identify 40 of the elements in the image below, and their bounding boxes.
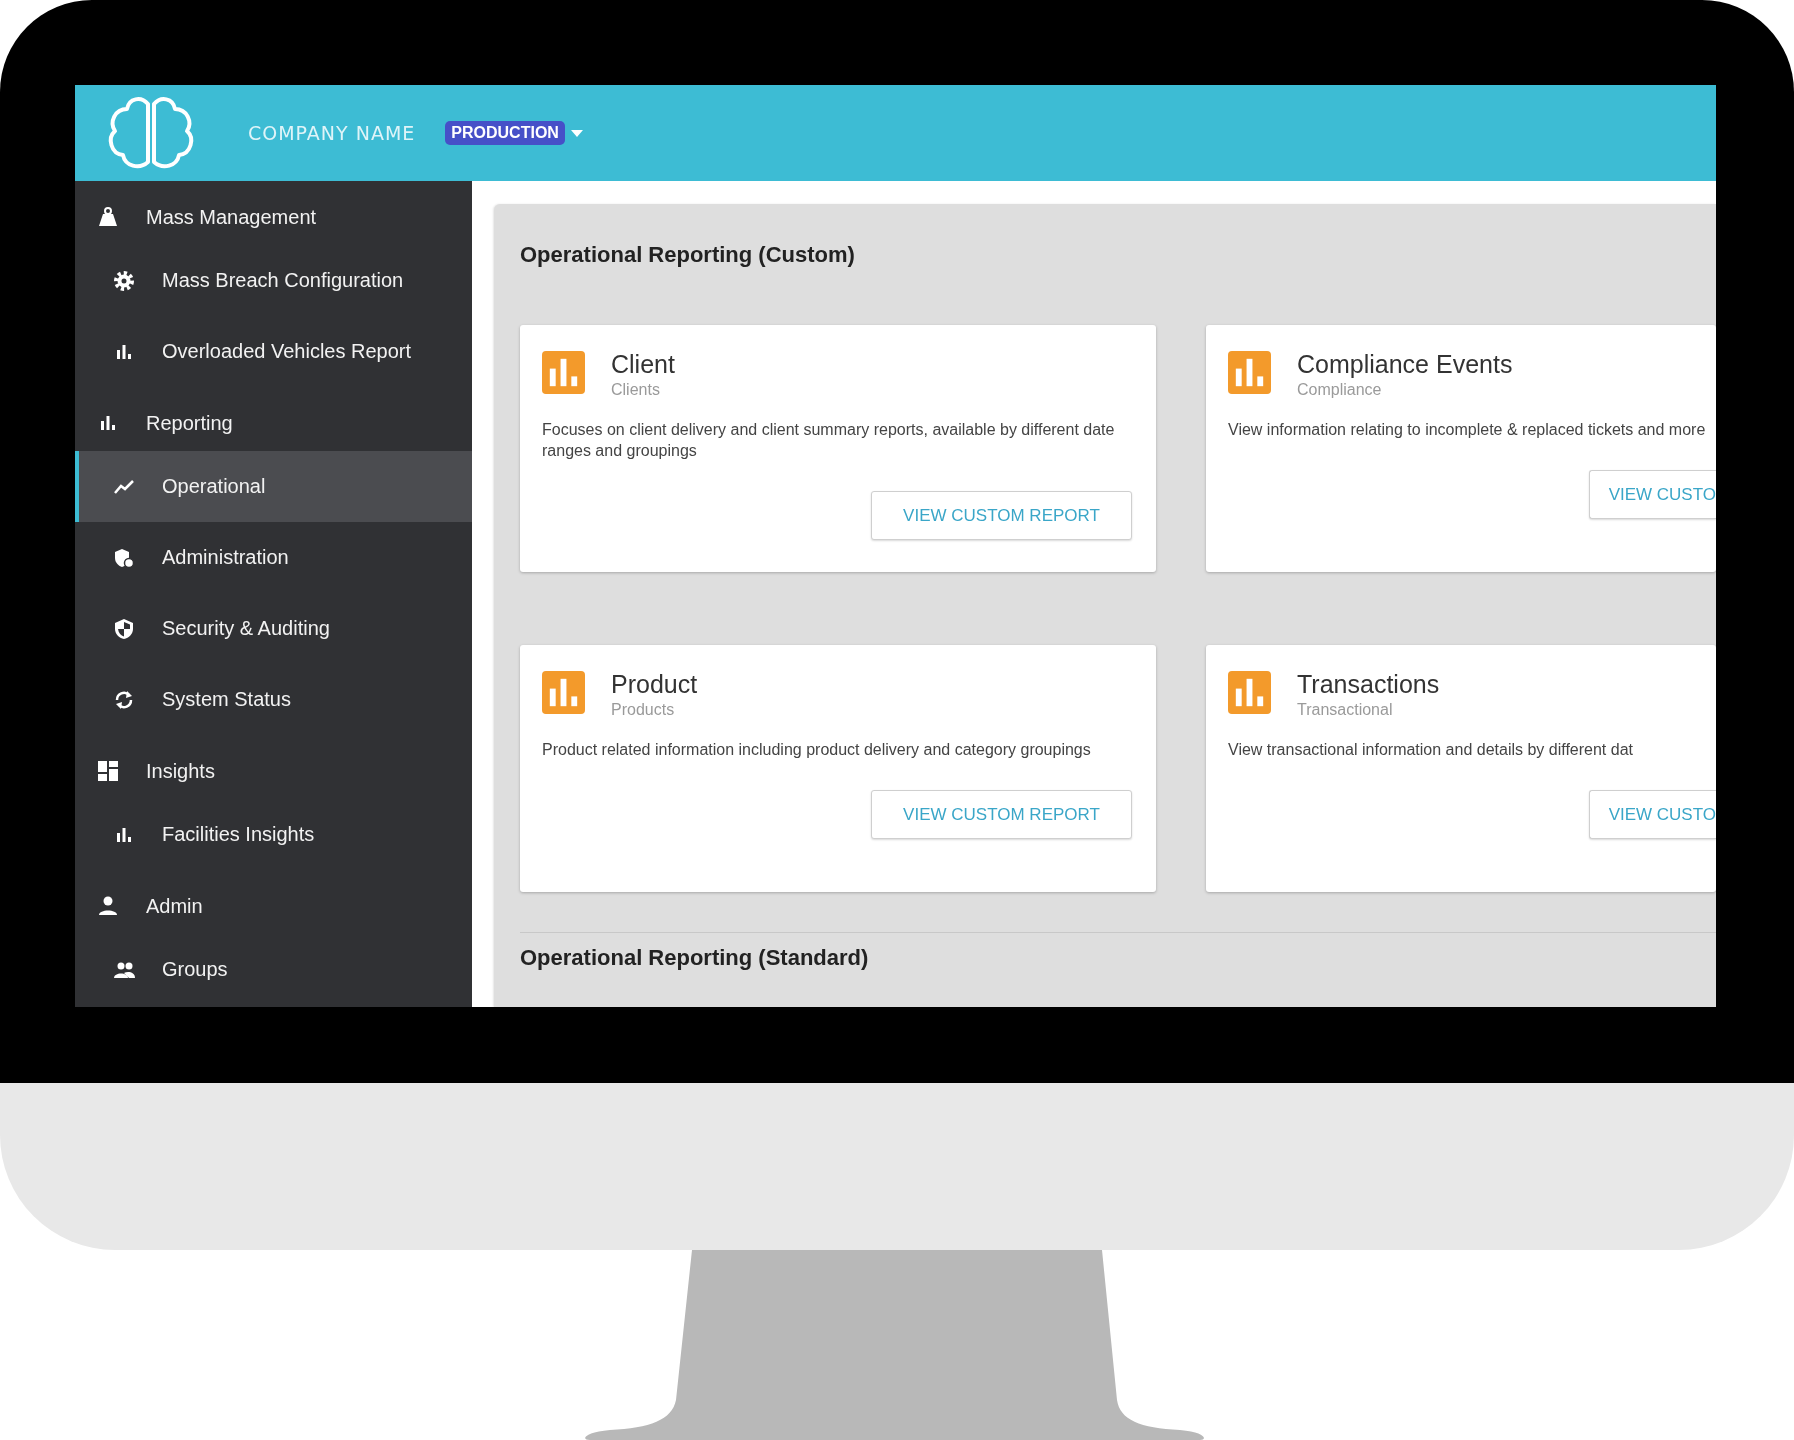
sidebar-item[interactable]: Overloaded Vehicles Report	[75, 316, 472, 387]
bar-chart-icon	[1228, 351, 1271, 394]
sidebar-item[interactable]: Operational	[75, 451, 472, 522]
environment-dropdown[interactable]: PRODUCTION	[445, 121, 565, 145]
shield-icon	[113, 617, 135, 640]
card-description: View transactional information and details by different dat	[1228, 740, 1634, 760]
sidebar-item[interactable]: Reporting	[75, 395, 472, 451]
weight-icon	[97, 206, 119, 228]
sync-icon	[113, 688, 135, 711]
card-title: Product	[611, 669, 698, 699]
person-icon	[97, 895, 119, 917]
caret-icon[interactable]	[570, 129, 583, 137]
sidebar-item[interactable]: Mass Management	[75, 189, 472, 245]
card-subtitle: Products	[611, 701, 676, 719]
card-title: Client	[611, 349, 675, 379]
card-description: Focuses on client delivery and client summary reports, available by different date ranges and groupings	[542, 420, 1116, 461]
sidebar-item[interactable]: Admin	[75, 878, 472, 934]
section-title: Operational Reporting (Custom)	[520, 242, 856, 268]
card-subtitle: Compliance	[1297, 381, 1383, 399]
company-name: COMPANY NAME	[248, 122, 416, 144]
card-title: Compliance Events	[1297, 349, 1513, 379]
sidebar-item[interactable]: Groups	[75, 934, 472, 1005]
bar-chart-icon	[542, 351, 585, 394]
bar-chart-icon	[542, 671, 585, 714]
section-title: Operational Reporting (Standard)	[520, 945, 870, 971]
sidebar-item[interactable]: Insights	[75, 743, 472, 799]
sidebar-item[interactable]: System Status	[75, 664, 472, 735]
sidebar-item[interactable]: Facilities Insights	[75, 799, 472, 870]
card-description: View information relating to incomplete & replaced tickets and more	[1228, 420, 1707, 440]
card-title: Transactions	[1297, 669, 1440, 699]
bar-chart-icon	[1228, 671, 1271, 714]
sidebar-item[interactable]: Security & Auditing	[75, 593, 472, 664]
shield-badge-icon	[113, 546, 135, 569]
sidebar-item[interactable]: Administration	[75, 522, 472, 593]
card-subtitle: Transactional	[1297, 701, 1394, 719]
sidebar-item[interactable]: Mass Breach Configuration	[75, 245, 472, 316]
card-description: Product related information including product delivery and category groupings	[542, 740, 1092, 760]
gear-icon	[113, 269, 135, 292]
dashboard-icon	[97, 760, 119, 782]
card-subtitle: Clients	[611, 381, 661, 399]
